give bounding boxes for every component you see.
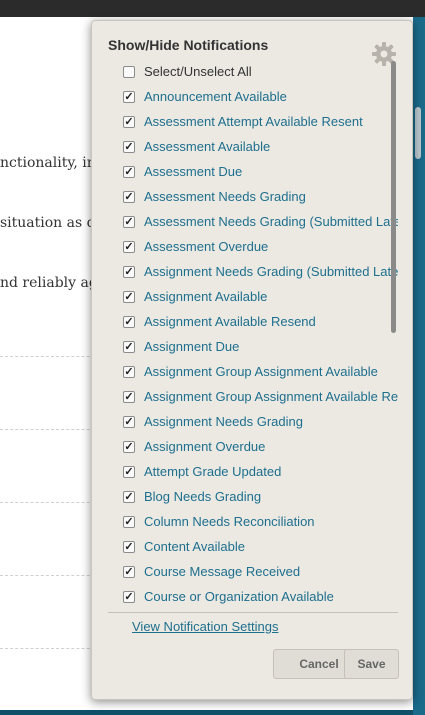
panel-title: Show/Hide Notifications bbox=[108, 37, 269, 53]
notification-option[interactable]: ✓ Assessment Available bbox=[108, 138, 398, 160]
notification-option[interactable]: ✓ Assessment Attempt Available Resent bbox=[108, 113, 398, 135]
list-scrollbar[interactable] bbox=[391, 61, 396, 333]
checkbox-checked[interactable]: ✓ bbox=[123, 441, 135, 453]
checkbox-checked[interactable]: ✓ bbox=[123, 216, 135, 228]
notification-option[interactable]: ✓ Assignment Group Assignment Available bbox=[108, 363, 398, 385]
checkbox-checked[interactable]: ✓ bbox=[123, 291, 135, 303]
checkbox-checked[interactable]: ✓ bbox=[123, 316, 135, 328]
checkbox-unchecked[interactable] bbox=[123, 66, 135, 78]
notification-option[interactable]: ✓ Assignment Available Resend bbox=[108, 313, 398, 335]
option-label[interactable]: Assessment Needs Grading bbox=[144, 189, 306, 204]
notification-option[interactable]: ✓ Attempt Grade Updated bbox=[108, 463, 398, 485]
save-button[interactable]: Save bbox=[344, 649, 399, 679]
checkbox-checked[interactable]: ✓ bbox=[123, 541, 135, 553]
notification-option[interactable]: ✓ Assignment Needs Grading bbox=[108, 413, 398, 435]
checkbox-checked[interactable]: ✓ bbox=[123, 566, 135, 578]
option-label[interactable]: Assignment Overdue bbox=[144, 439, 265, 454]
checkbox-checked[interactable]: ✓ bbox=[123, 466, 135, 478]
checkbox-checked[interactable]: ✓ bbox=[123, 591, 135, 603]
divider bbox=[108, 612, 398, 613]
checkbox-checked[interactable]: ✓ bbox=[123, 241, 135, 253]
option-label[interactable]: Assignment Available Resend bbox=[144, 314, 316, 329]
option-label[interactable]: Column Needs Reconciliation bbox=[144, 514, 315, 529]
option-label[interactable]: Assessment Overdue bbox=[144, 239, 268, 254]
checkbox-checked[interactable]: ✓ bbox=[123, 266, 135, 278]
notification-option[interactable]: ✓ Content Available bbox=[108, 538, 398, 560]
checkbox-checked[interactable]: ✓ bbox=[123, 191, 135, 203]
option-label[interactable]: Assignment Needs Grading bbox=[144, 414, 303, 429]
top-bar bbox=[0, 0, 425, 17]
view-notification-settings-link[interactable]: View Notification Settings bbox=[132, 619, 278, 634]
notification-option[interactable]: ✓ Announcement Available bbox=[108, 88, 398, 110]
option-label[interactable]: Course or Organization Available bbox=[144, 589, 334, 604]
notification-option[interactable]: ✓ Assignment Group Assignment Available R… bbox=[108, 388, 398, 410]
notification-option[interactable]: ✓ Course or Organization Available bbox=[108, 588, 398, 610]
checkbox-checked[interactable]: ✓ bbox=[123, 366, 135, 378]
checkbox-checked[interactable]: ✓ bbox=[123, 116, 135, 128]
notification-option[interactable]: ✓ Assessment Needs Grading (Submitted Lat… bbox=[108, 213, 398, 235]
notification-option[interactable]: ✓ Assignment Needs Grading (Submitted Lat… bbox=[108, 263, 398, 285]
option-label[interactable]: Assessment Attempt Available Resent bbox=[144, 114, 363, 129]
checkbox-checked[interactable]: ✓ bbox=[123, 491, 135, 503]
option-label[interactable]: Select/Unselect All bbox=[144, 64, 252, 79]
notification-option[interactable]: ✓ Blog Needs Grading bbox=[108, 488, 398, 510]
option-label[interactable]: Course Message Received bbox=[144, 564, 300, 579]
option-label[interactable]: Assessment Needs Grading (Submitted Late bbox=[144, 214, 398, 229]
notification-option[interactable]: ✓ Assignment Available bbox=[108, 288, 398, 310]
option-label[interactable]: Attempt Grade Updated bbox=[144, 464, 281, 479]
page-scrollbar[interactable] bbox=[413, 17, 425, 715]
page-scrollbar-thumb[interactable] bbox=[415, 107, 421, 159]
option-label[interactable]: Assignment Due bbox=[144, 339, 239, 354]
option-label[interactable]: Assessment Available bbox=[144, 139, 270, 154]
option-label[interactable]: Assignment Group Assignment Available Re bbox=[144, 389, 398, 404]
notification-option[interactable]: ✓ Assessment Needs Grading bbox=[108, 188, 398, 210]
option-label[interactable]: Content Available bbox=[144, 539, 245, 554]
notification-option[interactable]: ✓ Assignment Due bbox=[108, 338, 398, 360]
notifications-panel: Show/Hide Notifications Select/Unselect … bbox=[91, 20, 413, 700]
option-label[interactable]: Assignment Group Assignment Available bbox=[144, 364, 378, 379]
checkbox-checked[interactable]: ✓ bbox=[123, 391, 135, 403]
option-label[interactable]: Assignment Needs Grading (Submitted Late bbox=[144, 264, 398, 279]
notification-option[interactable]: ✓ Assessment Overdue bbox=[108, 238, 398, 260]
bottom-strip bbox=[0, 710, 413, 715]
checkbox-checked[interactable]: ✓ bbox=[123, 516, 135, 528]
checkbox-checked[interactable]: ✓ bbox=[123, 141, 135, 153]
select-all-checkbox-row[interactable]: Select/Unselect All bbox=[108, 63, 398, 85]
notification-option[interactable]: ✓ Course Message Received bbox=[108, 563, 398, 585]
notification-list: Select/Unselect All ✓ Announcement Availab… bbox=[108, 63, 398, 611]
checkbox-checked[interactable]: ✓ bbox=[123, 166, 135, 178]
option-label[interactable]: Blog Needs Grading bbox=[144, 489, 261, 504]
checkbox-checked[interactable]: ✓ bbox=[123, 341, 135, 353]
option-label[interactable]: Assessment Due bbox=[144, 164, 242, 179]
notification-option[interactable]: ✓ Assessment Due bbox=[108, 163, 398, 185]
checkbox-checked[interactable]: ✓ bbox=[123, 416, 135, 428]
option-label[interactable]: Assignment Available bbox=[144, 289, 267, 304]
notification-option[interactable]: ✓ Column Needs Reconciliation bbox=[108, 513, 398, 535]
checkbox-checked[interactable]: ✓ bbox=[123, 91, 135, 103]
option-label[interactable]: Announcement Available bbox=[144, 89, 287, 104]
notification-option[interactable]: ✓ Assignment Overdue bbox=[108, 438, 398, 460]
